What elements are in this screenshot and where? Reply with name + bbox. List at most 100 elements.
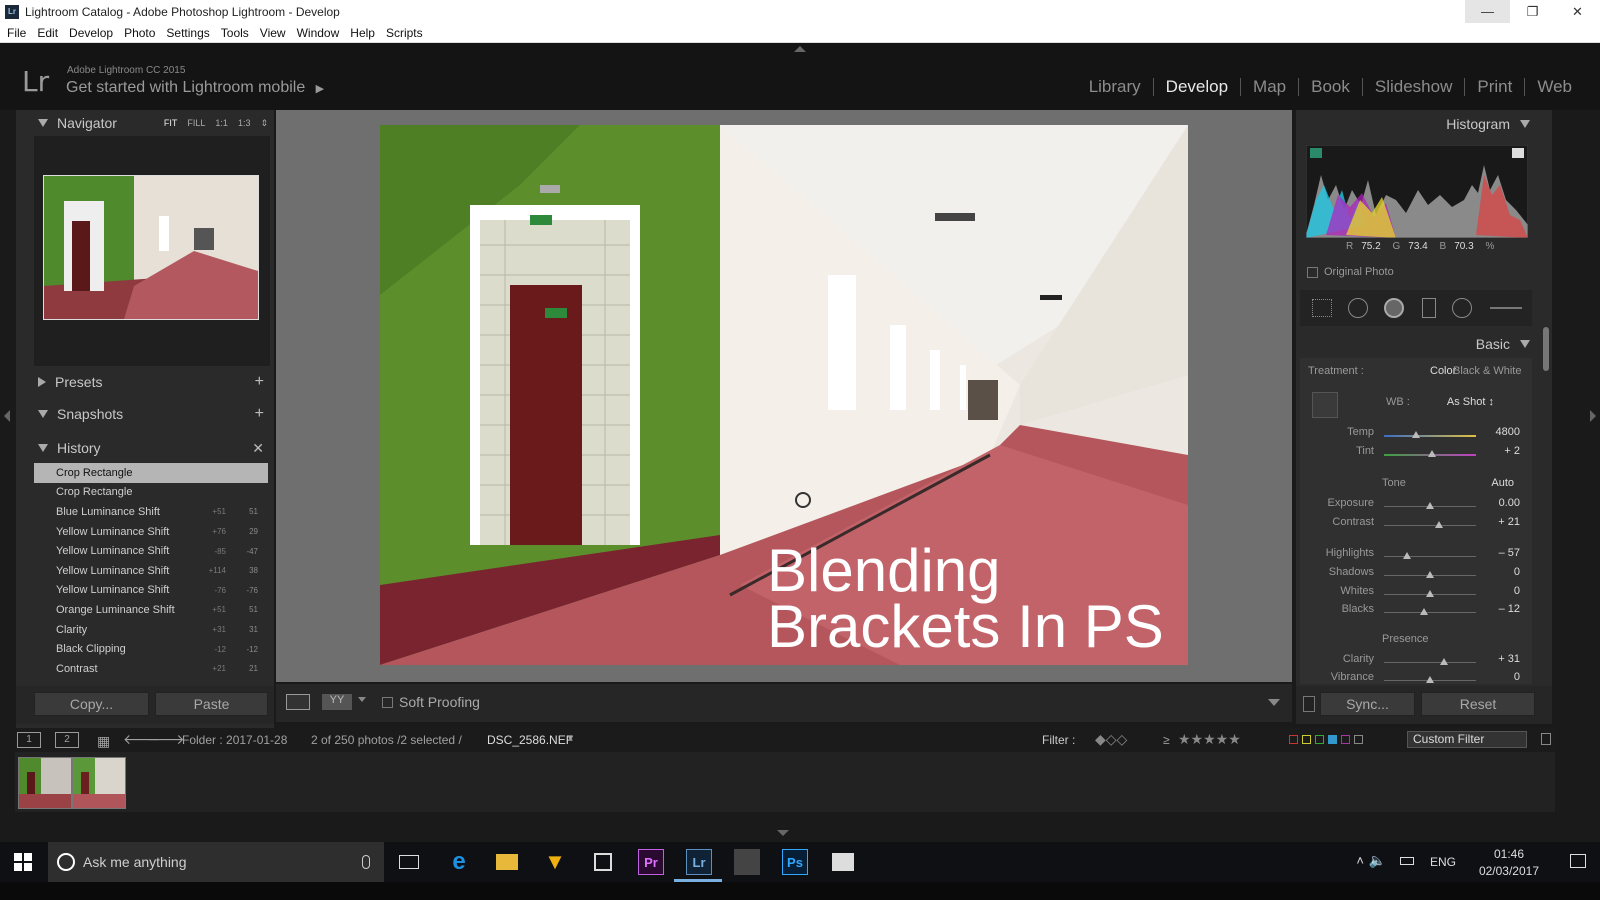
slider-vibrance[interactable]: Vibrance 0 — [1300, 671, 1532, 683]
image-app-icon[interactable] — [734, 849, 760, 875]
file-explorer-icon[interactable] — [494, 849, 520, 875]
slider-knob[interactable] — [1412, 431, 1421, 438]
clock-time[interactable]: 01:46 — [1494, 847, 1524, 861]
original-photo-toggle[interactable]: Original Photo — [1307, 266, 1394, 278]
module-print[interactable]: Print — [1465, 77, 1524, 97]
premiere-pro-icon[interactable]: Pr — [638, 849, 664, 875]
treatment-bw[interactable]: Black & White — [1453, 365, 1521, 377]
tray-chevron-icon[interactable]: ˄ — [1356, 853, 1364, 868]
history-item[interactable]: Blue Luminance Shift +51 51 — [34, 502, 268, 522]
start-button-icon[interactable] — [14, 853, 32, 871]
slider-value[interactable]: + 31 — [1498, 653, 1520, 665]
module-develop[interactable]: Develop — [1154, 77, 1240, 97]
slider-exposure[interactable]: Exposure 0.00 — [1300, 497, 1532, 515]
history-item[interactable]: Crop Rectangle — [34, 463, 268, 483]
minimize-icon[interactable]: — — [1465, 0, 1510, 23]
app-v-icon[interactable]: ▼ — [542, 849, 568, 875]
slider-value[interactable]: 4800 — [1496, 426, 1520, 438]
window-app-icon[interactable] — [830, 849, 856, 875]
graduated-filter-icon[interactable] — [1422, 298, 1436, 318]
history-item[interactable]: Orange Luminance Shift +51 51 — [34, 600, 268, 620]
top-panel-toggle-icon[interactable] — [794, 46, 806, 52]
flag-filter-icon[interactable]: ◆◇◇ — [1095, 731, 1127, 748]
history-item[interactable]: Yellow Luminance Shift +76 29 — [34, 522, 268, 542]
slider-knob[interactable] — [1426, 590, 1434, 597]
history-item[interactable]: Black Clipping -12 -12 — [34, 639, 268, 659]
cortana-search-box[interactable]: Ask me anything — [48, 842, 384, 882]
left-panel-toggle-icon[interactable] — [4, 410, 10, 422]
color-label-filter-icon[interactable] — [1289, 735, 1363, 744]
histogram-graph[interactable] — [1305, 144, 1529, 239]
microphone-icon[interactable] — [362, 855, 370, 869]
soft-proofing-toggle[interactable]: Soft Proofing — [382, 694, 480, 710]
slider-contrast[interactable]: Contrast + 21 — [1300, 516, 1532, 534]
clock-date[interactable]: 02/03/2017 — [1479, 864, 1539, 878]
slider-whites[interactable]: Whites 0 — [1300, 585, 1532, 603]
slider-value[interactable]: + 21 — [1498, 516, 1520, 528]
sync-toggle-icon[interactable] — [1303, 696, 1315, 712]
slider-value[interactable]: – 57 — [1499, 547, 1520, 559]
auto-tone-button[interactable]: Auto — [1491, 477, 1514, 489]
wb-eyedropper-icon[interactable] — [1312, 392, 1338, 418]
history-item[interactable]: Yellow Luminance Shift -76 -76 — [34, 581, 268, 601]
original-photo-checkbox[interactable] — [1307, 266, 1318, 278]
menu-edit[interactable]: Edit — [37, 26, 58, 40]
history-item[interactable]: Contrast +21 21 — [34, 659, 268, 679]
zoom-1-1[interactable]: 1:1 — [215, 118, 228, 129]
photoshop-icon[interactable]: Ps — [782, 849, 808, 875]
add-snapshot-icon[interactable]: + — [255, 405, 264, 423]
folder-label[interactable]: Folder : 2017-01-28 — [182, 733, 287, 747]
slider-value[interactable]: 0.00 — [1499, 497, 1520, 509]
edge-browser-icon[interactable]: e — [446, 848, 472, 875]
basic-header[interactable]: Basic — [1476, 336, 1530, 352]
menu-settings[interactable]: Settings — [166, 26, 209, 40]
toolbar-menu-icon[interactable] — [1268, 699, 1280, 706]
lightroom-taskbar-icon[interactable]: Lr — [686, 849, 712, 875]
zoom-1-3[interactable]: 1:3 — [238, 118, 251, 129]
highlight-clipping-indicator-icon[interactable] — [1512, 148, 1524, 158]
wb-dropdown[interactable]: As Shot ↕ — [1447, 396, 1494, 408]
before-after-dropdown-icon[interactable] — [358, 697, 366, 702]
before-after-icon[interactable]: YY — [322, 694, 352, 710]
menu-develop[interactable]: Develop — [69, 26, 113, 40]
soft-proofing-checkbox[interactable] — [382, 696, 393, 708]
filmstrip-thumbnail[interactable] — [72, 757, 126, 809]
slider-highlights[interactable]: Highlights – 57 — [1300, 547, 1532, 565]
navigator-header[interactable]: Navigator FIT FILL 1:1 1:3 ⇕ — [16, 110, 274, 136]
menu-scripts[interactable]: Scripts — [386, 26, 423, 40]
slider-value[interactable]: + 2 — [1504, 445, 1520, 457]
store-icon[interactable] — [590, 849, 616, 875]
secondary-window-button[interactable]: 2 — [55, 732, 79, 748]
menu-photo[interactable]: Photo — [124, 26, 155, 40]
forward-arrow-icon[interactable]: 🡒 — [147, 731, 185, 748]
grid-view-icon[interactable]: ▦ — [97, 733, 110, 750]
module-book[interactable]: Book — [1299, 77, 1362, 97]
histogram-header[interactable]: Histogram — [1446, 116, 1530, 132]
star-rating-filter-icon[interactable]: ★★★★★ — [1178, 731, 1241, 748]
rating-operator[interactable]: ≥ — [1163, 733, 1170, 747]
adjustment-brush-icon[interactable] — [1490, 307, 1522, 309]
menu-window[interactable]: Window — [297, 26, 340, 40]
slider-knob[interactable] — [1426, 502, 1434, 509]
slider-tint[interactable]: Tint + 2 — [1300, 445, 1532, 463]
zoom-stepper-icon[interactable]: ⇕ — [260, 118, 268, 129]
custom-filter-dropdown[interactable]: Custom Filter — [1407, 731, 1527, 748]
filename-dropdown-icon[interactable]: ▼ — [566, 733, 575, 743]
filename-label[interactable]: DSC_2586.NEF — [487, 733, 573, 747]
slider-temp[interactable]: Temp 4800 — [1300, 426, 1532, 444]
language-indicator[interactable]: ENG — [1430, 855, 1456, 869]
snapshots-header[interactable]: Snapshots + — [16, 401, 274, 427]
slider-value[interactable]: 0 — [1514, 566, 1520, 578]
task-view-icon[interactable] — [396, 849, 422, 875]
clear-history-icon[interactable]: ✕ — [252, 440, 264, 457]
slider-value[interactable]: 0 — [1514, 585, 1520, 597]
crop-tool-icon[interactable] — [1312, 299, 1332, 317]
red-eye-icon[interactable] — [1384, 298, 1404, 318]
restore-icon[interactable]: ❐ — [1510, 0, 1555, 23]
primary-window-button[interactable]: 1 — [17, 732, 41, 748]
slider-knob[interactable] — [1439, 658, 1448, 665]
loupe-view-icon[interactable] — [286, 694, 310, 710]
menu-view[interactable]: View — [260, 26, 286, 40]
slider-knob[interactable] — [1426, 571, 1434, 578]
history-item[interactable]: Yellow Luminance Shift +114 38 — [34, 561, 268, 581]
